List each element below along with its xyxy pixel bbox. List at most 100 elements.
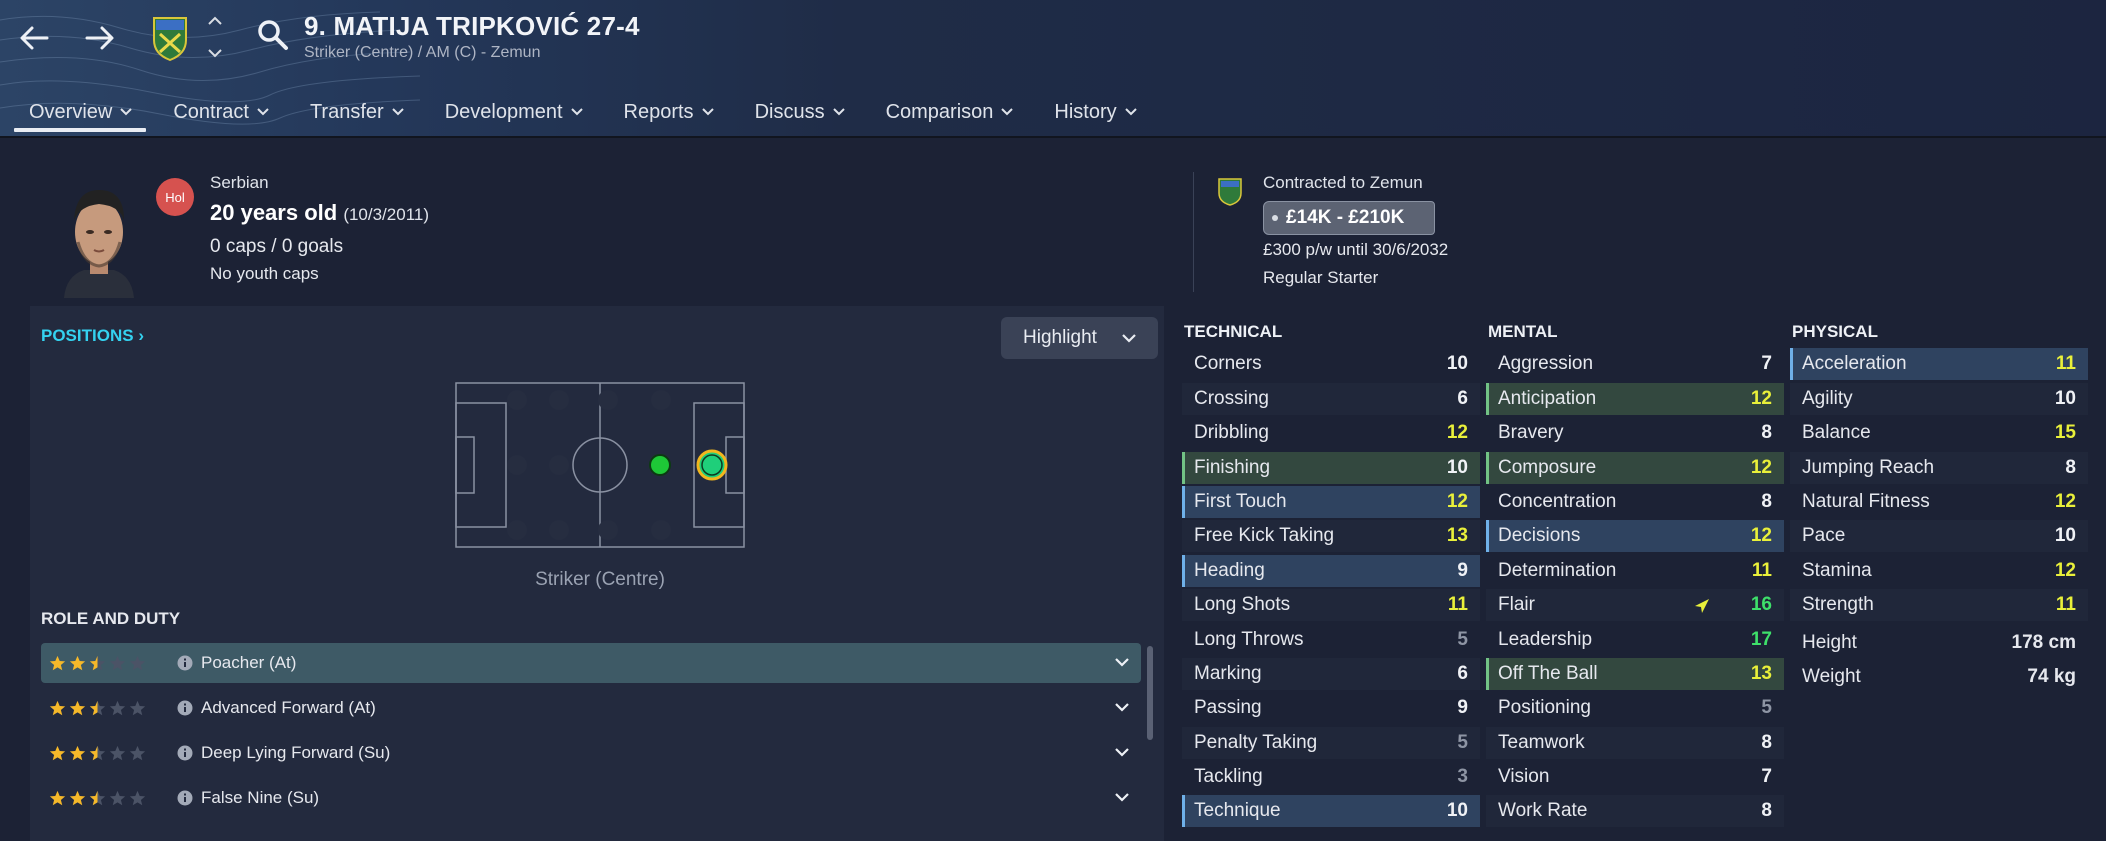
- tab-discuss[interactable]: Discuss: [740, 92, 859, 132]
- attribute-row[interactable]: Free Kick Taking 13: [1182, 520, 1480, 553]
- attribute-value: 7: [1761, 353, 1772, 375]
- attribute-row[interactable]: Off The Ball 13: [1486, 657, 1784, 690]
- forward-button[interactable]: [78, 16, 122, 60]
- back-button[interactable]: [12, 16, 56, 60]
- attribute-row[interactable]: Long Throws 5: [1182, 624, 1480, 656]
- attribute-row[interactable]: Crossing 6: [1182, 382, 1480, 415]
- attribute-row[interactable]: Stamina 12: [1790, 555, 2088, 587]
- attribute-name: Corners: [1194, 353, 1262, 375]
- attribute-row[interactable]: Teamwork 8: [1486, 726, 1784, 759]
- attribute-row[interactable]: Long Shots 11: [1182, 589, 1480, 622]
- info-icon[interactable]: [177, 745, 193, 761]
- positions-link[interactable]: POSITIONS ›: [41, 326, 144, 346]
- attribute-row[interactable]: Determination 11: [1486, 555, 1784, 587]
- attribute-row[interactable]: Balance 15: [1790, 417, 2088, 449]
- attribute-row[interactable]: Technique 10: [1182, 795, 1480, 828]
- attribute-row[interactable]: Vision 7: [1486, 761, 1784, 793]
- attribute-value: 9: [1457, 697, 1468, 719]
- role-row[interactable]: Advanced Forward (At): [41, 688, 1141, 728]
- chevron-down-icon: [257, 108, 269, 116]
- attribute-row[interactable]: Pace 10: [1790, 520, 2088, 553]
- attribute-value: 13: [1446, 525, 1468, 547]
- value-tag[interactable]: £14K - £210K: [1263, 201, 1435, 235]
- chevron-down-icon[interactable]: [1115, 793, 1129, 802]
- attribute-row[interactable]: Flair 16: [1486, 589, 1784, 622]
- attribute-row[interactable]: Heading 9: [1182, 554, 1480, 587]
- physical-column: PHYSICAL Acceleration 11 Agility 10 Balanc…: [1790, 322, 2088, 693]
- attribute-value: 12: [1750, 525, 1772, 547]
- club-crest-icon[interactable]: [1216, 176, 1244, 206]
- attribute-row[interactable]: Anticipation 12: [1486, 382, 1784, 415]
- attribute-row[interactable]: Natural Fitness 12: [1790, 486, 2088, 518]
- age-line: 20 years old (10/3/2011): [210, 200, 429, 226]
- tab-history[interactable]: History: [1039, 92, 1150, 132]
- attribute-row[interactable]: Marking 6: [1182, 657, 1480, 690]
- attribute-row[interactable]: Strength 11: [1790, 589, 2088, 622]
- tab-comparison[interactable]: Comparison: [871, 92, 1028, 132]
- chevron-down-icon: [1122, 333, 1136, 343]
- chevron-down-icon[interactable]: [1115, 658, 1129, 667]
- attribute-row[interactable]: Leadership 17: [1486, 624, 1784, 656]
- attribute-row[interactable]: Concentration 8: [1486, 486, 1784, 518]
- attribute-row[interactable]: Jumping Reach 8: [1790, 451, 2088, 484]
- attribute-name: Balance: [1802, 422, 1871, 444]
- star-half-icon: [89, 745, 106, 760]
- player-switcher[interactable]: [204, 16, 226, 58]
- attribute-row[interactable]: Aggression 7: [1486, 348, 1784, 380]
- attribute-row[interactable]: Finishing 10: [1182, 451, 1480, 484]
- role-row[interactable]: Poacher (At): [41, 643, 1141, 683]
- attribute-name: Finishing: [1194, 456, 1271, 478]
- attribute-row[interactable]: Bravery 8: [1486, 417, 1784, 449]
- roles-scrollbar[interactable]: [1147, 646, 1153, 740]
- attribute-name: Heading: [1194, 559, 1265, 581]
- attribute-row[interactable]: Positioning 5: [1486, 692, 1784, 724]
- tab-contract[interactable]: Contract: [158, 92, 283, 132]
- attribute-row[interactable]: Decisions 12: [1486, 520, 1784, 553]
- attribute-name: Flair: [1498, 594, 1535, 616]
- attribute-row[interactable]: Work Rate 8: [1486, 795, 1784, 828]
- role-rating: [41, 790, 161, 807]
- info-icon[interactable]: [177, 700, 193, 716]
- tab-reports[interactable]: Reports: [609, 92, 728, 132]
- tab-transfer[interactable]: Transfer: [295, 92, 418, 132]
- physical-heading: PHYSICAL: [1792, 322, 1878, 341]
- attribute-row[interactable]: Composure 12: [1486, 451, 1784, 484]
- club-crest-icon[interactable]: [150, 12, 190, 62]
- attribute-name: Penalty Taking: [1194, 731, 1318, 753]
- tab-development[interactable]: Development: [430, 92, 597, 132]
- search-icon[interactable]: [256, 18, 290, 52]
- attribute-row[interactable]: Tackling 3: [1182, 761, 1480, 793]
- attribute-value: 10: [1446, 353, 1468, 375]
- star-empty-icon: [129, 790, 146, 805]
- attribute-name: Bravery: [1498, 422, 1564, 444]
- chevron-down-icon[interactable]: [1115, 748, 1129, 757]
- attribute-row[interactable]: Passing 9: [1182, 692, 1480, 724]
- info-icon[interactable]: [177, 790, 193, 806]
- role-rating: [41, 700, 161, 717]
- tab-overview[interactable]: Overview: [14, 92, 147, 132]
- highlight-dropdown[interactable]: Highlight: [1001, 317, 1158, 359]
- attribute-name: Teamwork: [1498, 731, 1585, 753]
- player-title: 9. MATIJA TRIPKOVIĆ 27-4: [304, 11, 640, 41]
- nationality: Serbian: [210, 173, 269, 192]
- chevron-down-icon: [570, 108, 583, 116]
- status-badge[interactable]: Hol: [156, 178, 194, 216]
- wage-info: £300 p/w until 30/6/2032: [1263, 240, 1449, 259]
- attribute-value: 3: [1457, 766, 1468, 788]
- chevron-down-icon[interactable]: [208, 49, 222, 58]
- attribute-row[interactable]: Acceleration 11: [1790, 348, 2088, 381]
- chevron-down-icon[interactable]: [1115, 703, 1129, 712]
- attribute-row[interactable]: Corners 10: [1182, 348, 1480, 380]
- chevron-up-icon[interactable]: [208, 16, 222, 25]
- attribute-value: 6: [1457, 387, 1468, 409]
- role-row[interactable]: Deep Lying Forward (Su): [41, 733, 1141, 773]
- info-icon[interactable]: [177, 655, 193, 671]
- attribute-name: Vision: [1498, 766, 1550, 788]
- attribute-value: 11: [2055, 594, 2076, 616]
- attribute-row[interactable]: Agility 10: [1790, 382, 2088, 415]
- attribute-row[interactable]: Dribbling 12: [1182, 417, 1480, 449]
- tab-label: History: [1054, 100, 1117, 123]
- role-row[interactable]: False Nine (Su): [41, 778, 1141, 818]
- attribute-row[interactable]: Penalty Taking 5: [1182, 726, 1480, 759]
- attribute-row[interactable]: First Touch 12: [1182, 485, 1480, 518]
